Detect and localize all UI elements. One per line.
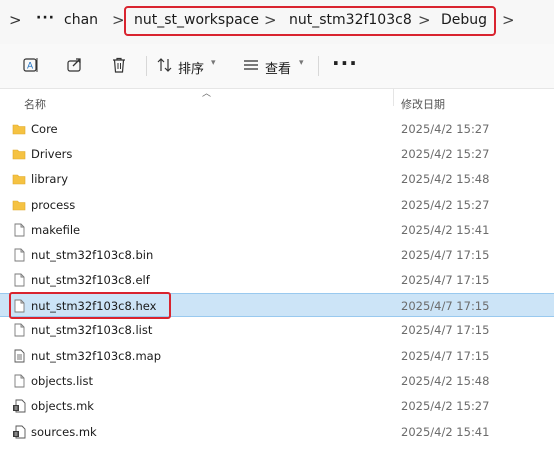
file-modified-date: 2025/4/7 17:15 bbox=[401, 248, 490, 262]
folder-row[interactable]: Drivers 2025/4/2 15:27 bbox=[0, 142, 554, 166]
file-modified-date: 2025/4/2 15:48 bbox=[401, 172, 490, 186]
file-name: objects.list bbox=[31, 374, 93, 388]
expand-chevron-icon[interactable]: > bbox=[9, 11, 22, 29]
file-name: nut_stm32f103c8.bin bbox=[31, 248, 154, 262]
text-file-icon bbox=[14, 349, 25, 363]
file-name: Drivers bbox=[31, 147, 73, 161]
file-modified-date: 2025/4/7 17:15 bbox=[401, 273, 490, 287]
file-name: objects.mk bbox=[31, 399, 94, 413]
folder-row[interactable]: Core 2025/4/2 15:27 bbox=[0, 117, 554, 141]
toolbar-divider bbox=[318, 56, 319, 76]
file-modified-date: 2025/4/2 15:27 bbox=[401, 399, 490, 413]
sort-label: 排序 bbox=[178, 62, 205, 77]
chevron-down-icon: ▾ bbox=[211, 58, 216, 68]
folder-icon bbox=[12, 174, 26, 185]
view-label: 查看 bbox=[265, 62, 292, 77]
chevron-down-icon: ▾ bbox=[299, 58, 304, 68]
file-name: process bbox=[31, 198, 76, 212]
more-options-button[interactable]: ··· bbox=[332, 51, 358, 75]
breadcrumb-item-chan[interactable]: chan bbox=[64, 12, 98, 28]
rename-icon[interactable]: A bbox=[22, 56, 40, 74]
file-modified-date: 2025/4/2 15:41 bbox=[401, 425, 490, 439]
file-icon bbox=[14, 323, 25, 337]
folder-row[interactable]: library 2025/4/2 15:48 bbox=[0, 167, 554, 191]
file-row[interactable]: nut_stm32f103c8.map 2025/4/7 17:15 bbox=[0, 344, 554, 368]
folder-icon bbox=[12, 124, 26, 135]
file-modified-date: 2025/4/7 17:15 bbox=[401, 299, 490, 313]
folder-row[interactable]: process 2025/4/2 15:27 bbox=[0, 193, 554, 217]
selected-file-highlight-annotation bbox=[9, 292, 171, 319]
file-name: library bbox=[31, 172, 68, 186]
file-icon bbox=[14, 223, 25, 237]
file-modified-date: 2025/4/2 15:48 bbox=[401, 374, 490, 388]
column-modified-header[interactable]: 修改日期 bbox=[401, 96, 445, 112]
file-row[interactable]: nut_stm32f103c8.elf 2025/4/7 17:15 bbox=[0, 268, 554, 292]
file-modified-date: 2025/4/7 17:15 bbox=[401, 323, 490, 337]
file-modified-date: 2025/4/2 15:27 bbox=[401, 122, 490, 136]
column-name-header[interactable]: 名称 bbox=[24, 96, 46, 112]
toolbar-divider bbox=[146, 56, 147, 76]
file-row[interactable]: objects.mk 2025/4/2 15:27 bbox=[0, 394, 554, 418]
makefile-icon bbox=[13, 399, 26, 413]
file-modified-date: 2025/4/7 17:15 bbox=[401, 349, 490, 363]
file-row[interactable]: nut_stm32f103c8.list 2025/4/7 17:15 bbox=[0, 318, 554, 342]
breadcrumb-overflow-button[interactable]: ··· bbox=[36, 10, 55, 26]
makefile-icon bbox=[13, 425, 26, 439]
address-bar: > ··· chan > nut_st_workspace > nut_stm3… bbox=[0, 0, 554, 44]
delete-icon[interactable] bbox=[110, 56, 128, 74]
folder-icon bbox=[12, 149, 26, 160]
breadcrumb-highlight-annotation bbox=[124, 6, 496, 36]
breadcrumb-separator-icon[interactable]: > bbox=[502, 11, 515, 29]
sort-arrows-icon bbox=[157, 58, 172, 72]
file-name: sources.mk bbox=[31, 425, 97, 439]
file-row[interactable]: objects.list 2025/4/2 15:48 bbox=[0, 369, 554, 393]
file-name: makefile bbox=[31, 223, 81, 237]
svg-text:A: A bbox=[27, 62, 34, 72]
folder-icon bbox=[12, 200, 26, 211]
file-name: nut_stm32f103c8.elf bbox=[31, 273, 150, 287]
breadcrumb-separator-icon[interactable]: > bbox=[112, 11, 125, 29]
file-modified-date: 2025/4/2 15:41 bbox=[401, 223, 490, 237]
file-name: nut_stm32f103c8.map bbox=[31, 349, 162, 363]
column-header: 名称 修改日期 bbox=[0, 88, 554, 112]
file-icon bbox=[14, 273, 25, 287]
file-name: nut_stm32f103c8.list bbox=[31, 323, 153, 337]
file-row[interactable]: makefile 2025/4/2 15:41 bbox=[0, 218, 554, 242]
file-modified-date: 2025/4/2 15:27 bbox=[401, 147, 490, 161]
file-row[interactable]: nut_stm32f103c8.bin 2025/4/7 17:15 bbox=[0, 243, 554, 267]
file-row[interactable]: sources.mk 2025/4/2 15:41 bbox=[0, 420, 554, 444]
file-name: Core bbox=[31, 122, 58, 136]
file-icon bbox=[14, 248, 25, 262]
sort-indicator-icon: ︿ bbox=[202, 89, 212, 99]
file-icon bbox=[14, 374, 25, 388]
file-modified-date: 2025/4/2 15:27 bbox=[401, 198, 490, 212]
command-bar: A 排序 ▾ 查看 ▾ ··· bbox=[0, 44, 554, 89]
view-lines-icon bbox=[244, 60, 258, 70]
share-icon[interactable] bbox=[66, 56, 84, 74]
column-divider[interactable] bbox=[393, 88, 394, 106]
